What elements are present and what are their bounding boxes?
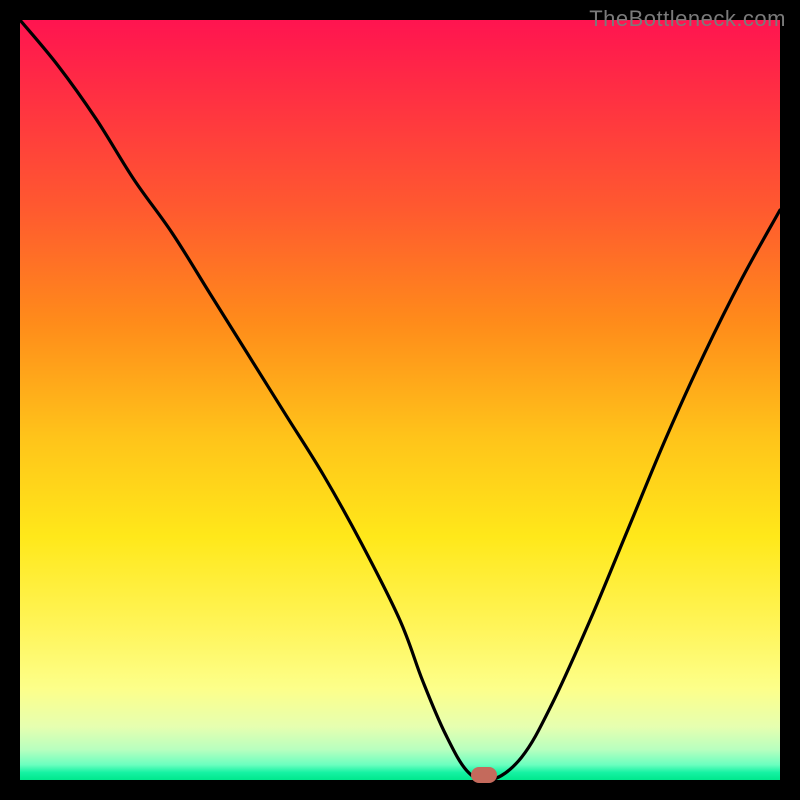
plot-area: [20, 20, 780, 780]
optimal-point-marker: [471, 767, 497, 783]
chart-frame: TheBottleneck.com: [0, 0, 800, 800]
watermark-text: TheBottleneck.com: [589, 6, 786, 32]
bottleneck-curve: [20, 20, 780, 780]
curve-path: [20, 20, 780, 780]
